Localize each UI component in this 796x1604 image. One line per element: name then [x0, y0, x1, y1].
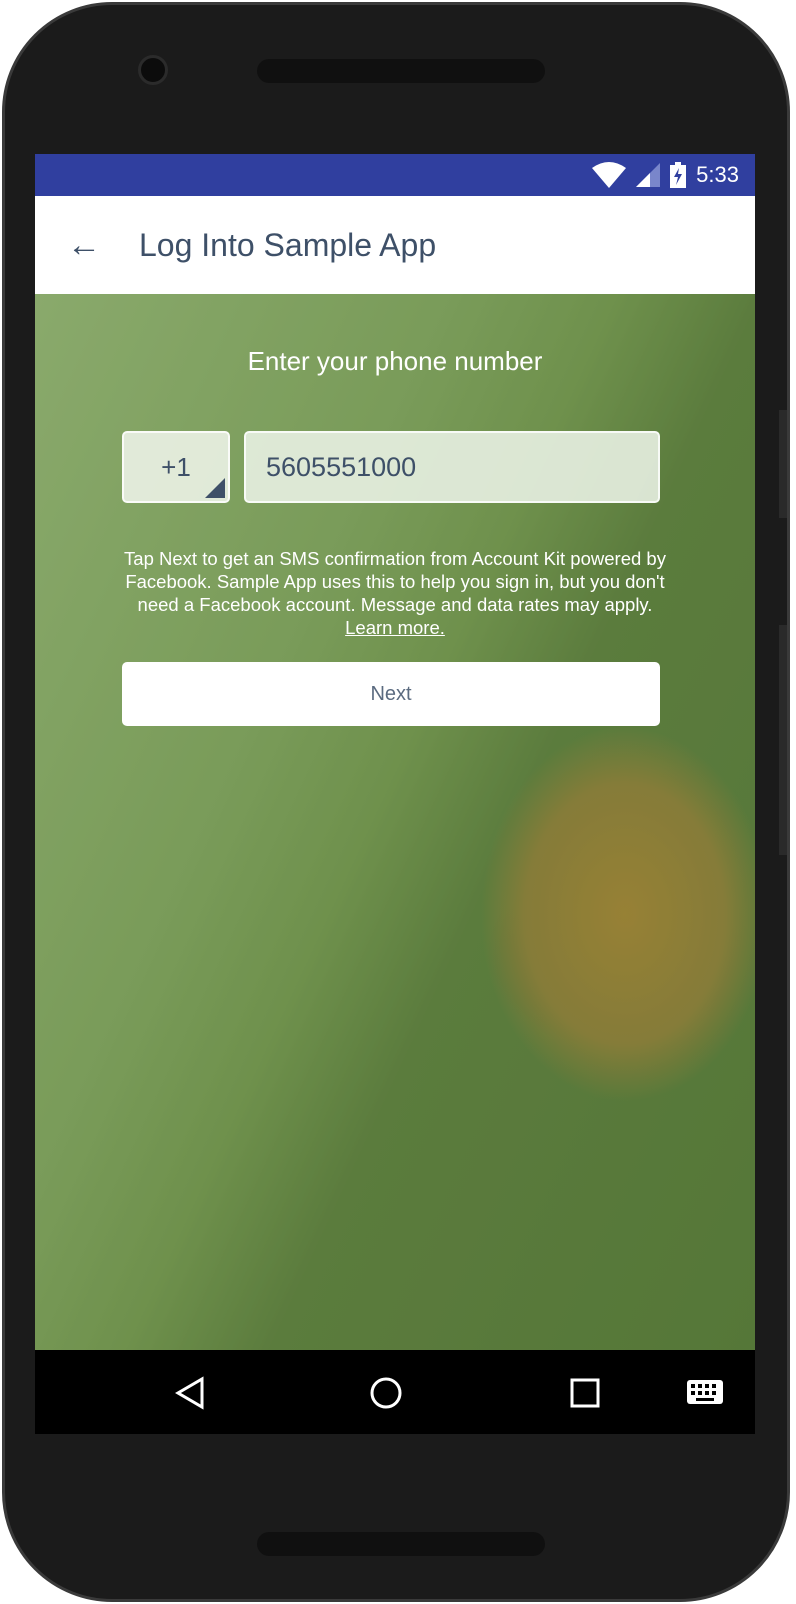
power-button: [779, 625, 787, 855]
status-time: 5:33: [696, 162, 739, 187]
app-bar: ← Log Into Sample App: [35, 196, 755, 294]
recents-square-icon[interactable]: [570, 1378, 600, 1408]
bottom-speaker: [257, 1532, 545, 1556]
background-photo: Enter your phone number +1 5605551000 Ta…: [35, 294, 755, 1350]
volume-button: [779, 410, 787, 518]
dropdown-corner-icon: [205, 478, 225, 498]
battery-charging-icon: [670, 162, 687, 188]
arrow-left-icon[interactable]: ←: [67, 226, 139, 265]
disclaimer-body: Tap Next to get an SMS confirmation from…: [124, 548, 666, 615]
disclaimer-text: Tap Next to get an SMS confirmation from…: [115, 547, 675, 639]
screen: 5:33 ← Log Into Sample App Enter your ph…: [35, 154, 755, 1434]
earpiece-speaker: [257, 59, 545, 83]
country-code-value: +1: [161, 451, 191, 482]
home-circle-icon[interactable]: [369, 1376, 403, 1410]
learn-more-link[interactable]: Learn more.: [345, 617, 445, 638]
country-code-select[interactable]: +1: [122, 431, 230, 503]
keyboard-icon[interactable]: [687, 1380, 723, 1404]
phone-number-input[interactable]: 5605551000: [244, 431, 660, 503]
next-button[interactable]: Next: [122, 662, 660, 726]
cell-signal-icon: [636, 163, 661, 187]
status-bar: 5:33: [35, 154, 755, 196]
front-camera: [138, 55, 168, 85]
page-title: Log Into Sample App: [139, 226, 437, 263]
phone-number-value: 5605551000: [266, 451, 417, 482]
wifi-icon: [592, 162, 627, 188]
back-triangle-icon[interactable]: [175, 1376, 205, 1410]
phone-heading: Enter your phone number: [247, 346, 543, 376]
navigation-bar: [35, 1350, 755, 1434]
